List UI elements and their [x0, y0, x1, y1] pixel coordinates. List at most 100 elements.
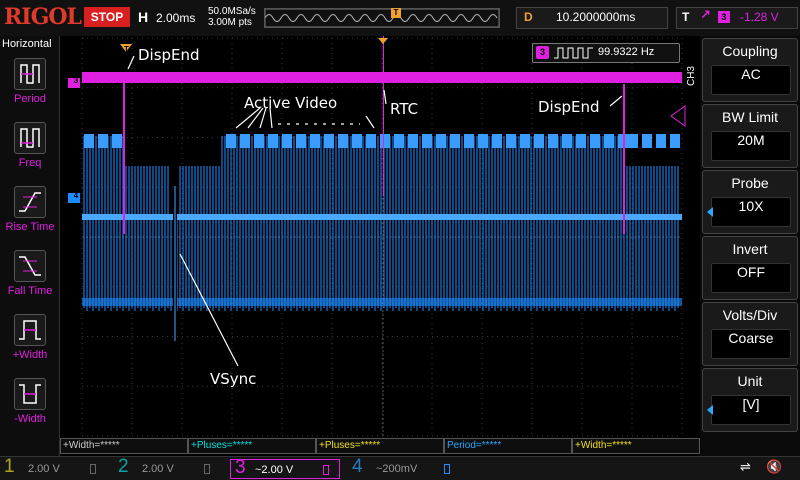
trigger-source-badge: 3 — [718, 11, 730, 23]
ch1-number: 1 — [4, 456, 15, 477]
volts-div-value: Coarse — [711, 329, 791, 359]
ch3-pulse-left — [123, 74, 125, 234]
delay-label: D — [524, 10, 533, 24]
negative-width-icon — [14, 378, 46, 410]
annotation-dispend-right: DispEnd — [538, 98, 600, 116]
top-status-bar: RIGOL STOP H 2.00ms 50.0MSa/s 3.00M pts … — [0, 0, 800, 36]
arrow-dispend-right — [609, 95, 623, 107]
ch2-status[interactable]: 2 2.00 V — [118, 456, 226, 479]
usb-icon: ⇌ — [740, 460, 751, 475]
measure-positive-width-button[interactable]: +Width — [0, 314, 60, 378]
annotation-rtc: RTC — [390, 100, 419, 118]
ch2-scale: 2.00 V — [142, 463, 174, 475]
overview-trigger-marker: T — [391, 8, 401, 18]
probe-knob-arrow-icon — [707, 207, 713, 217]
run-stop-indicator[interactable]: STOP — [84, 7, 130, 27]
ch3-number: 3 — [235, 457, 246, 478]
invert-value: OFF — [711, 263, 791, 293]
square-wave-icon — [554, 47, 593, 59]
trigger-label: T — [682, 10, 690, 24]
ch3-scale: ~2.00 V — [255, 464, 294, 476]
rising-edge-icon: ↗ — [700, 8, 711, 23]
arrow-dispend-left — [127, 55, 135, 70]
ch1-scale: 2.00 V — [28, 463, 60, 475]
ch4-marker-label: 4 — [73, 191, 79, 200]
ch4-probe-icon — [444, 464, 450, 474]
measure-menu-title: Horizontal — [2, 38, 52, 50]
volts-div-title: Volts/Div — [722, 307, 778, 323]
arrow-active-video-5 — [365, 115, 375, 129]
measurement-item[interactable]: +Pluses=***** — [188, 438, 316, 454]
ch3-status[interactable]: 3 ~2.00 V — [230, 457, 340, 479]
bw-limit-value: 20M — [711, 131, 791, 161]
ch2-number: 2 — [118, 456, 129, 477]
measure-freq-button[interactable]: Freq — [0, 122, 60, 186]
measure-fall-time-label: Fall Time — [7, 285, 53, 297]
waveform-canvas — [68, 36, 686, 437]
sample-rate: 50.0MSa/s — [208, 6, 256, 17]
unit-menu-item[interactable]: Unit [V] — [702, 368, 798, 432]
measure-fall-time-button[interactable]: Fall Time — [0, 250, 60, 314]
ch1-status[interactable]: 1 2.00 V — [4, 456, 112, 479]
unit-title: Unit — [737, 373, 763, 389]
measurement-item[interactable]: +Width=***** — [572, 438, 700, 454]
ch3-pulse-center — [383, 36, 384, 196]
invert-menu-item[interactable]: Invert OFF — [702, 236, 798, 300]
ch3-pulse-right — [623, 84, 625, 234]
trigger-level: -1.28 V — [740, 10, 779, 24]
invert-title: Invert — [732, 241, 768, 257]
measurement-item[interactable]: Period=***** — [444, 438, 572, 454]
rigol-logo: RIGOL — [4, 4, 82, 30]
probe-menu-item[interactable]: Probe 10X — [702, 170, 798, 234]
memory-depth: 3.00M pts — [208, 17, 252, 28]
overview-waveform — [264, 8, 500, 28]
waveform-display[interactable]: T 3 4 DispEnd Active Video RTC DispEnd V… — [60, 36, 697, 438]
volts-div-menu-item[interactable]: Volts/Div Coarse — [702, 302, 798, 366]
channel-status-bar: 1 2.00 V 2 2.00 V 3 ~2.00 V 4 ~200mV ⇌ 🔇 — [0, 456, 800, 480]
trigger-level-marker — [670, 105, 686, 127]
trigger-box[interactable] — [676, 7, 798, 29]
memory-overview[interactable]: T — [264, 8, 500, 28]
measure-period-button[interactable]: Period — [0, 58, 60, 122]
measure-period-label: Period — [14, 93, 46, 105]
ch4-status[interactable]: 4 ~200mV — [352, 456, 462, 479]
measure-positive-width-label: +Width — [12, 349, 48, 361]
unit-knob-arrow-icon — [707, 405, 713, 415]
frequency-counter-value: 99.9322 Hz — [598, 46, 655, 58]
measure-negative-width-label: -Width — [14, 413, 46, 425]
ch3-marker-label: 3 — [73, 76, 79, 85]
measure-rise-time-button[interactable]: Rise Time — [0, 186, 60, 250]
coupling-value: AC — [711, 65, 791, 95]
frequency-counter-channel: 3 — [536, 46, 549, 59]
timebase-scale[interactable]: 2.00ms — [156, 11, 195, 25]
bw-limit-title: BW Limit — [722, 109, 778, 125]
trigger-marker-label: T — [124, 45, 129, 54]
ch3-probe-icon — [323, 465, 329, 475]
sample-info: 50.0MSa/s 3.00M pts — [208, 6, 256, 28]
measurement-item[interactable]: +Pluses=***** — [316, 438, 444, 454]
delay-value: 10.2000000ms — [556, 10, 636, 24]
ch1-probe-icon — [90, 464, 96, 474]
arrow-rtc — [383, 89, 387, 105]
coupling-title: Coupling — [722, 43, 778, 59]
measure-freq-label: Freq — [18, 157, 42, 169]
measure-negative-width-button[interactable]: -Width — [0, 378, 60, 442]
measure-rise-time-label: Rise Time — [5, 221, 55, 233]
ch4-number: 4 — [352, 456, 363, 477]
annotation-dispend-left: DispEnd — [138, 46, 200, 64]
measurement-item[interactable]: +Width=***** — [60, 438, 188, 454]
measure-menu: Horizontal Period Freq Rise Time Fall Ti… — [0, 36, 60, 456]
rise-time-icon — [14, 186, 46, 218]
annotation-active-video: Active Video — [244, 94, 338, 112]
bw-limit-menu-item[interactable]: BW Limit 20M — [702, 104, 798, 168]
speaker-mute-icon[interactable]: 🔇 — [766, 460, 782, 475]
positive-width-icon — [14, 314, 46, 346]
period-icon — [14, 58, 46, 90]
ch4-waveform — [82, 134, 682, 346]
channel-menu: Coupling AC BW Limit 20M Probe 10X Inver… — [700, 36, 800, 456]
unit-value: [V] — [711, 395, 791, 425]
coupling-menu-item[interactable]: Coupling AC — [702, 38, 798, 102]
ch2-probe-icon — [204, 464, 210, 474]
trigger-level-arrow — [378, 38, 388, 44]
frequency-icon — [14, 122, 46, 154]
